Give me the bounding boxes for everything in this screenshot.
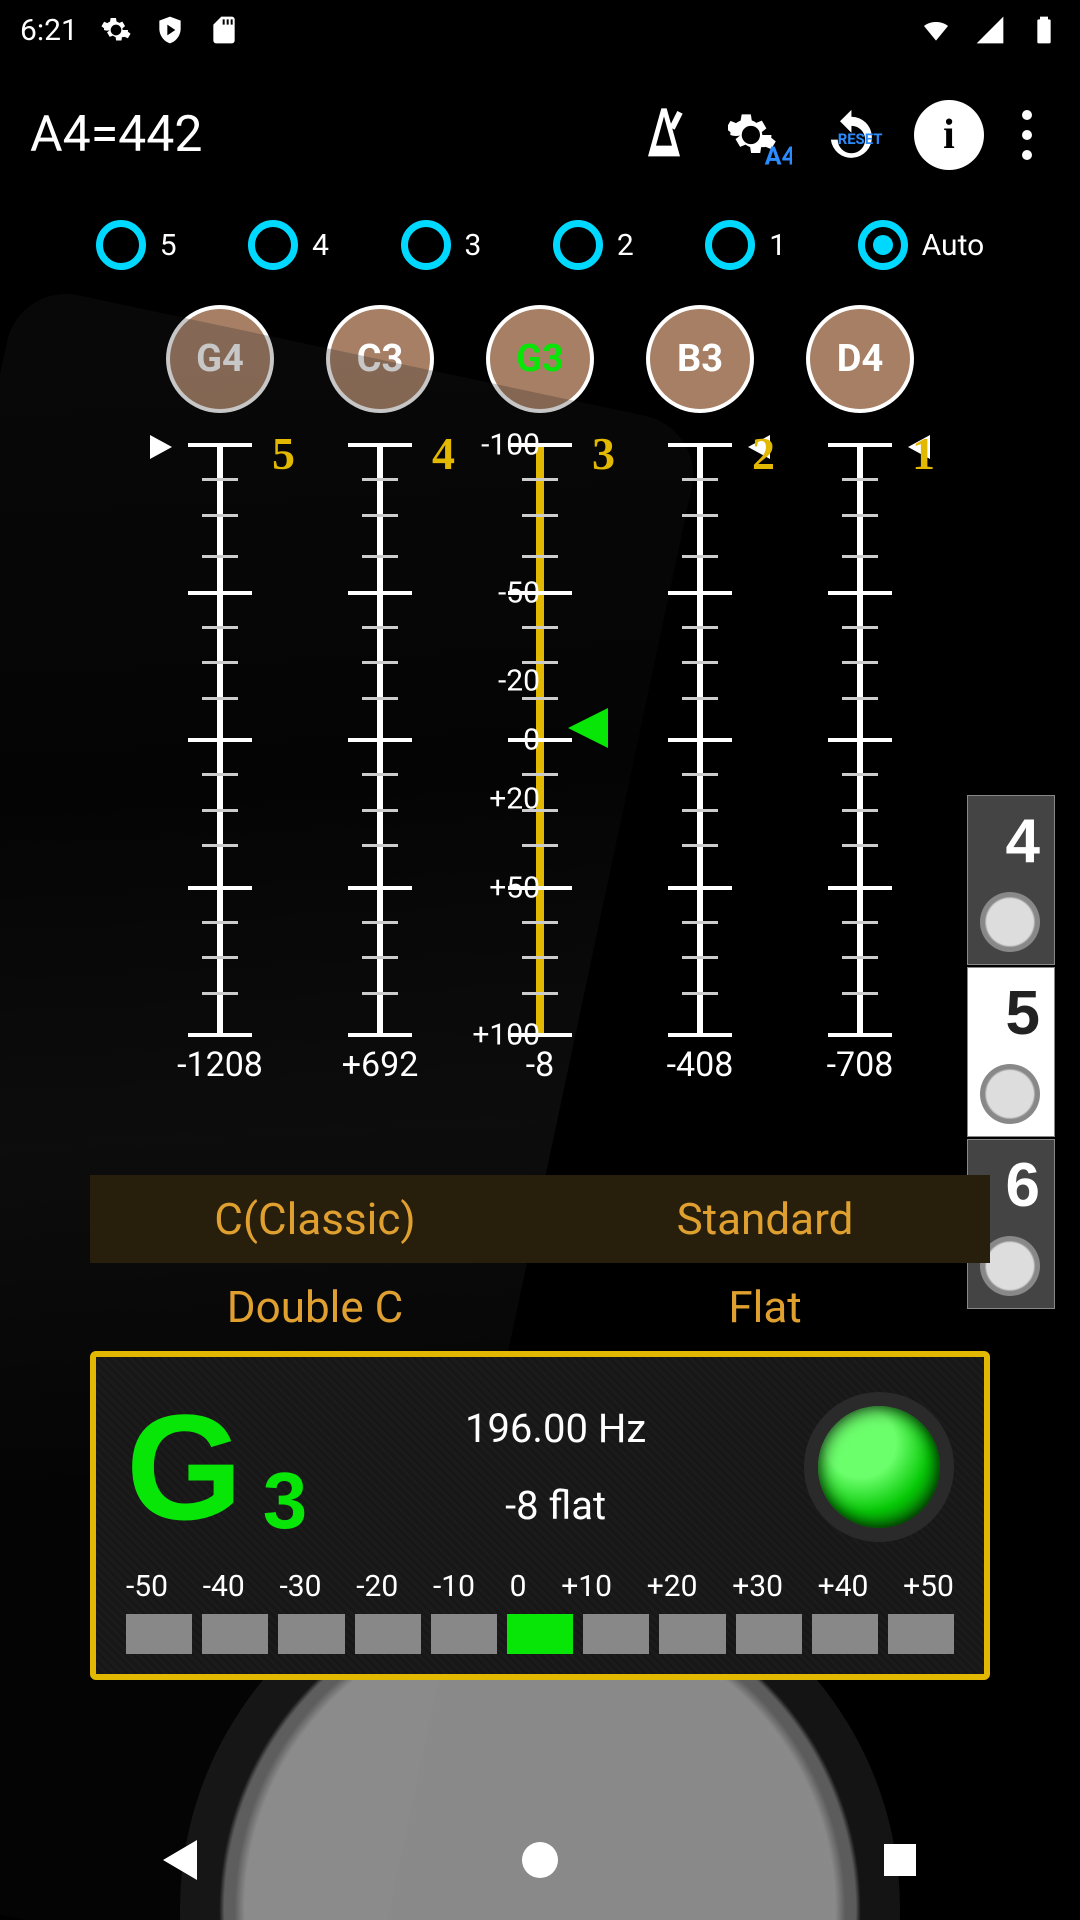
play-protect-icon [154, 14, 186, 46]
cents-readout: -8 [450, 1045, 630, 1085]
cents-meter-scale: -50-40-30-20-100+10+20+30+40+50 [126, 1569, 954, 1604]
column-number: 5 [272, 427, 295, 480]
radio-auto[interactable]: Auto [858, 220, 985, 270]
cents-readout: -1208 [130, 1045, 310, 1085]
reset-icon[interactable]: RESET [818, 97, 894, 173]
radio-string-5[interactable]: 5 [96, 220, 177, 270]
cents-column-3-active: 3 -100-50-200+20+50+100 -8 [500, 445, 580, 1165]
nav-recent-icon[interactable] [880, 1840, 920, 1880]
android-nav-bar [0, 1800, 1080, 1920]
settings-a4-icon[interactable]: A4 [722, 97, 798, 173]
cents-column-5: 5 -1208 [180, 445, 260, 1165]
nav-home-icon[interactable] [520, 1840, 560, 1880]
frequency-readout: 196.00 Hz [347, 1405, 764, 1452]
cents-column-4: 4 +692 [340, 445, 420, 1165]
triangle-right-icon [150, 435, 172, 459]
more-menu-icon[interactable] [1004, 110, 1050, 160]
app-title: A4=442 [30, 106, 606, 164]
cellular-signal-icon [974, 14, 1006, 46]
cents-readout: -408 [610, 1045, 790, 1085]
in-tune-indicator-light [804, 1392, 954, 1542]
column-number: 4 [432, 427, 455, 480]
svg-text:RESET: RESET [838, 130, 883, 148]
cents-readout: -708 [770, 1045, 950, 1085]
tuning-double-c[interactable]: Double C [90, 1281, 540, 1333]
cents-readout: +692 [290, 1045, 470, 1085]
android-status-bar: 6:21 [0, 0, 1080, 60]
column-number: 3 [592, 427, 615, 480]
detected-octave: 3 [263, 1455, 308, 1547]
string-mode-radios: 5 4 3 2 1 Auto [0, 210, 1080, 290]
column-number: 1 [912, 427, 935, 480]
svg-text:A4: A4 [765, 143, 792, 167]
cents-column-1: 1 -708 [820, 445, 900, 1165]
metronome-icon[interactable] [626, 97, 702, 173]
detected-note: G [126, 1392, 243, 1542]
cents-meter-bar [126, 1614, 954, 1654]
nav-back-icon[interactable] [160, 1840, 200, 1880]
note-button-d4[interactable]: D4 [806, 305, 914, 413]
radio-string-2[interactable]: 2 [553, 220, 634, 270]
cents-column-2: 2 -408 [660, 445, 740, 1165]
radio-string-3[interactable]: 3 [401, 220, 482, 270]
tuning-standard[interactable]: Standard [540, 1175, 990, 1263]
sd-card-icon [208, 14, 240, 46]
tuning-panel: G4 C3 G3 B3 D4 5 -1208 4 +692 [0, 305, 1080, 1205]
battery-icon [1028, 14, 1060, 46]
cents-offset-readout: -8 flat [347, 1482, 764, 1529]
app-bar: A4=442 A4 RESET i [0, 60, 1080, 210]
status-time: 6:21 [20, 13, 78, 48]
tuner-display: G 3 196.00 Hz -8 flat -50-40-30-20-100+1… [90, 1351, 990, 1680]
tuning-pointer-icon [568, 708, 608, 748]
tuning-c-classic[interactable]: C(Classic) [90, 1175, 540, 1263]
tuning-name-grid: C(Classic) Standard Double C Flat [0, 1175, 1080, 1333]
tuning-flat[interactable]: Flat [540, 1281, 990, 1333]
note-button-b3[interactable]: B3 [646, 305, 754, 413]
radio-string-1[interactable]: 1 [705, 220, 786, 270]
wifi-icon [920, 14, 952, 46]
radio-string-4[interactable]: 4 [248, 220, 329, 270]
column-number: 2 [752, 427, 775, 480]
info-icon[interactable]: i [914, 100, 984, 170]
instrument-4-string[interactable]: 4 [967, 795, 1055, 965]
instrument-5-string[interactable]: 5 [967, 967, 1055, 1137]
settings-gear-icon [100, 14, 132, 46]
